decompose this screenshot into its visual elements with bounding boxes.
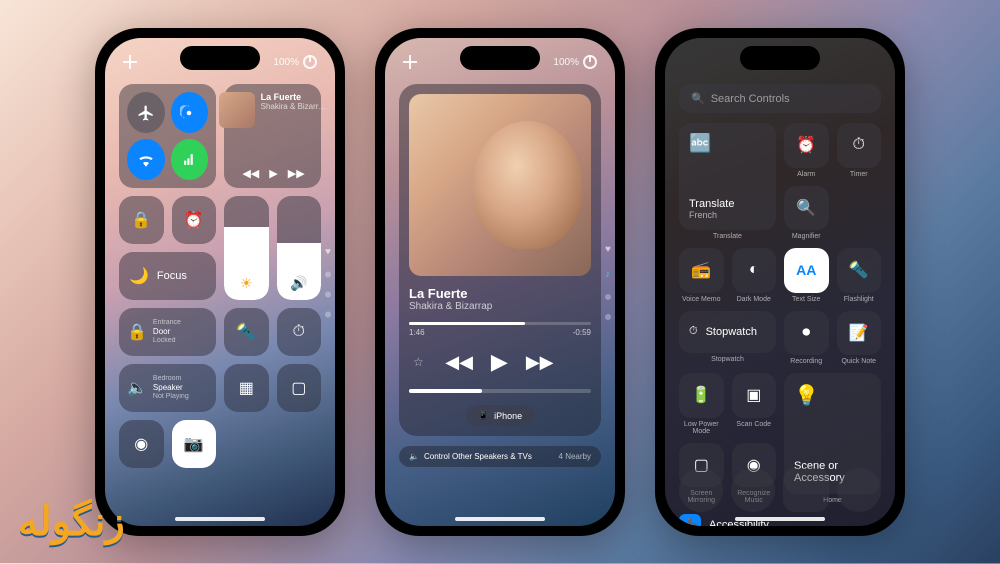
connectivity-group[interactable] — [119, 84, 216, 188]
other-speakers-pill[interactable]: 🔈 Control Other Speakers & TVs 4 Nearby — [399, 446, 601, 467]
recording-control[interactable]: ⏺ — [784, 311, 829, 356]
phone-controls-gallery: 🔍Search Controls 🔤TranslateFrench Transl… — [655, 28, 905, 536]
page-indicator[interactable]: ♥ ♪ — [605, 244, 611, 320]
home-speaker-tile[interactable]: 🔈BedroomSpeakerNot Playing — [119, 364, 216, 412]
speaker-icon: 🔈 — [409, 452, 419, 461]
quick-note-control[interactable]: 📝 — [837, 311, 882, 356]
phone-now-playing: 100% La Fuerte Shakira & Bizarrap 1:46 -0… — [375, 28, 625, 536]
bottom-tile-wide[interactable] — [783, 468, 829, 512]
phone-icon: 📱 — [478, 410, 489, 421]
app-switcher-tile[interactable]: ▢ — [277, 364, 322, 412]
bottom-tile[interactable] — [731, 468, 775, 512]
dynamic-island — [180, 46, 260, 70]
text-size-control[interactable]: AA — [784, 248, 829, 293]
time-elapsed: 1:46 — [409, 328, 425, 337]
brightness-slider[interactable]: ☀ — [224, 196, 269, 300]
search-icon: 🔍 — [691, 92, 705, 105]
battery-percent: 100% — [273, 57, 299, 68]
home-indicator[interactable] — [175, 517, 265, 521]
calculator-tile[interactable]: ▦ — [224, 364, 269, 412]
voice-memo-control[interactable]: 📻 — [679, 248, 724, 293]
volume-slider[interactable]: 🔊 — [277, 196, 322, 300]
scan-code-control[interactable]: ▣ — [732, 373, 777, 418]
home-indicator[interactable] — [735, 517, 825, 521]
low-power-control[interactable]: 🔋 — [679, 373, 724, 418]
wifi-toggle[interactable] — [127, 139, 165, 180]
watermark-logo: زنگوله — [18, 499, 125, 545]
home-indicator[interactable] — [455, 517, 545, 521]
prev-icon[interactable]: ◀◀ — [242, 167, 259, 180]
timer-control[interactable]: ⏱ — [837, 123, 882, 168]
play-button[interactable]: ▶ — [491, 349, 508, 375]
page-dot[interactable] — [605, 314, 611, 320]
airdrop-toggle[interactable] — [171, 92, 209, 133]
next-icon[interactable]: ▶▶ — [288, 167, 305, 180]
volume-slider[interactable] — [409, 389, 591, 393]
translate-tile[interactable]: 🔤TranslateFrench — [679, 123, 776, 230]
prev-track-button[interactable]: ◀◀ — [445, 352, 473, 373]
dynamic-island — [460, 46, 540, 70]
focus-tile[interactable]: 🌙Focus — [119, 252, 216, 300]
dark-mode-control[interactable]: ◐ — [732, 248, 777, 293]
power-icon[interactable] — [303, 55, 317, 69]
magnifier-control[interactable]: 🔍 — [784, 186, 829, 231]
page-dot[interactable] — [325, 312, 331, 318]
alarm-control[interactable]: ⏰ — [784, 123, 829, 168]
bottom-tile[interactable] — [679, 468, 723, 512]
bottom-tile[interactable] — [837, 468, 881, 512]
camera-tile[interactable]: 📷 — [172, 420, 217, 468]
shazam-tile[interactable]: ◉ — [119, 420, 164, 468]
favorite-icon[interactable]: ☆ — [413, 355, 424, 369]
np-track-title: La Fuerte — [409, 286, 591, 301]
output-device-pill[interactable]: 📱iPhone — [466, 405, 534, 426]
add-icon[interactable] — [123, 55, 137, 69]
np-track-artist: Shakira & Bizarrap — [409, 301, 591, 312]
dynamic-island — [740, 46, 820, 70]
cellular-toggle[interactable] — [171, 139, 209, 180]
power-icon[interactable] — [583, 55, 597, 69]
translate-icon: 🔤 — [689, 133, 766, 154]
track-artist: Shakira & Bizarr… — [261, 102, 327, 111]
scrubber[interactable] — [409, 322, 591, 325]
album-art-large[interactable] — [409, 94, 591, 276]
search-controls-field[interactable]: 🔍 Search Controls — [679, 84, 881, 113]
flashlight-control[interactable]: 🔦 — [837, 248, 882, 293]
search-placeholder: Search Controls — [711, 93, 790, 105]
play-icon[interactable]: ▶ — [269, 167, 277, 180]
page-dot[interactable] — [325, 272, 331, 278]
focus-label: Focus — [157, 270, 187, 282]
timer-tile[interactable]: ⏱ — [277, 308, 322, 356]
favorites-page-icon[interactable]: ♥ — [605, 244, 611, 255]
battery-percent: 100% — [553, 57, 579, 68]
time-remaining: -0:59 — [573, 328, 591, 337]
add-icon[interactable] — [403, 55, 417, 69]
bulb-icon: 💡 — [794, 383, 871, 408]
stopwatch-control[interactable]: ⏱Stopwatch — [679, 311, 776, 353]
flashlight-tile[interactable]: 🔦 — [224, 308, 269, 356]
page-dot[interactable] — [325, 292, 331, 298]
accessibility-icon: ➕ — [679, 514, 701, 526]
next-track-button[interactable]: ▶▶ — [526, 352, 554, 373]
nearby-count: 4 Nearby — [559, 452, 591, 461]
stopwatch-icon: ⏱ — [689, 325, 698, 338]
page-dot[interactable] — [605, 294, 611, 300]
airplane-toggle[interactable] — [127, 92, 165, 133]
now-playing-card: La Fuerte Shakira & Bizarrap 1:46 -0:59 ☆… — [399, 84, 601, 436]
page-indicator[interactable]: ♥ — [325, 247, 331, 318]
orientation-lock-toggle[interactable]: 🔒 — [119, 196, 164, 244]
now-playing-tile[interactable]: La Fuerte Shakira & Bizarr… ◀◀ ▶ ▶▶ — [224, 84, 321, 188]
phone-control-center: 100% La Fuerte Shakira & Bizarr… ◀◀ ▶ ▶▶… — [95, 28, 345, 536]
favorites-page-icon[interactable]: ♥ — [325, 247, 331, 258]
music-page-icon[interactable]: ♪ — [605, 269, 611, 280]
bottom-shortcuts — [679, 468, 881, 512]
alarm-tile[interactable]: ⏰ — [172, 196, 217, 244]
home-lock-tile[interactable]: 🔒EntranceDoorLocked — [119, 308, 216, 356]
album-art-small — [219, 92, 255, 128]
track-title: La Fuerte — [261, 92, 327, 102]
